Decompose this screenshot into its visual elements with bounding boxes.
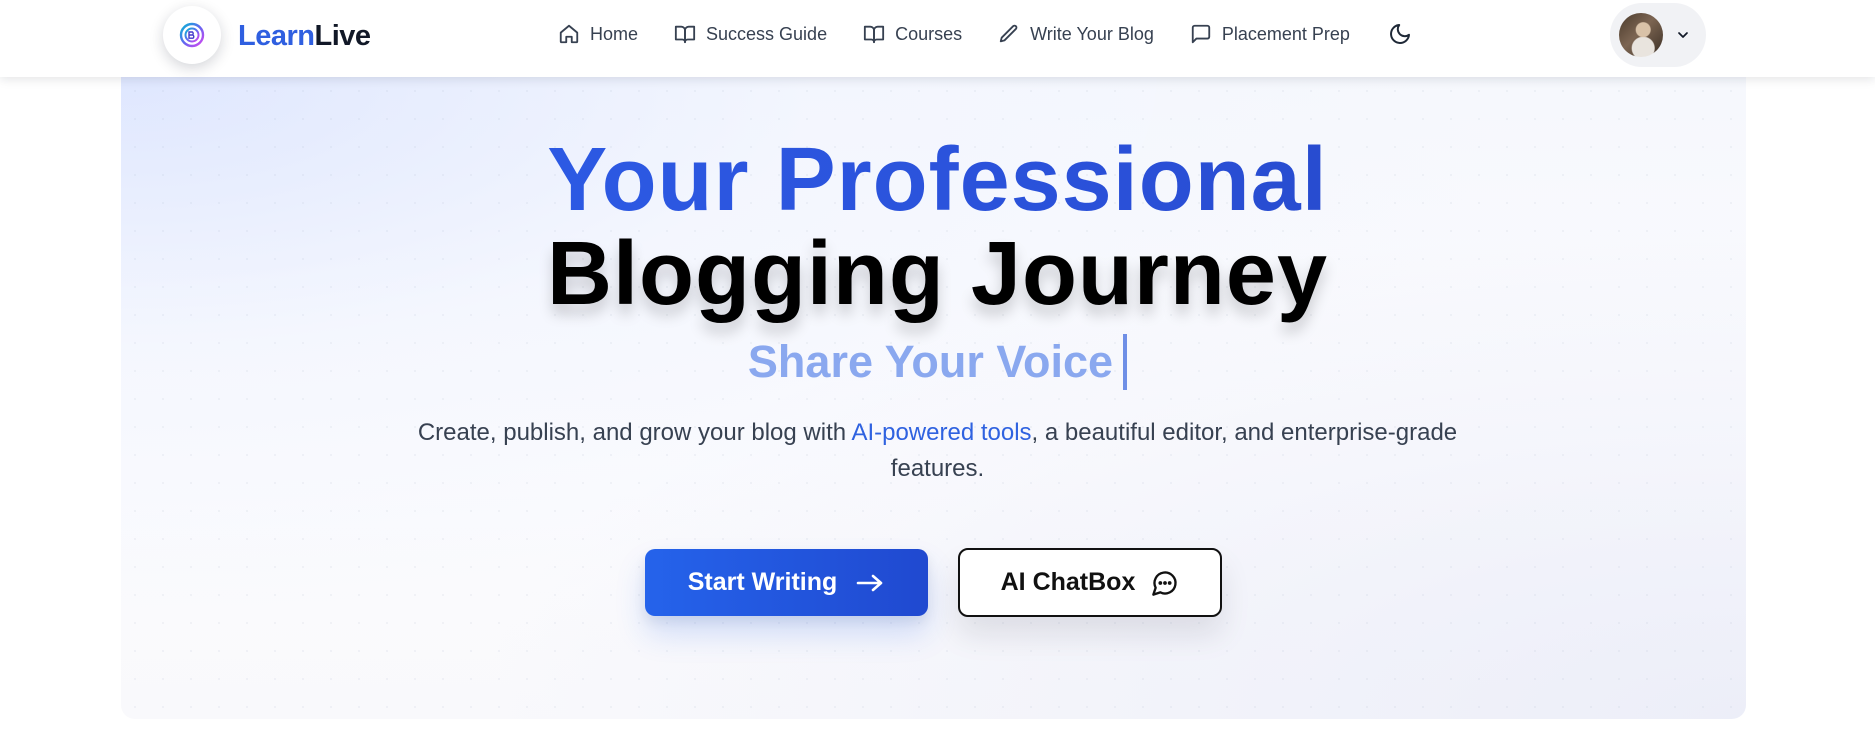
ai-chatbox-button[interactable]: AI ChatBox [958, 548, 1222, 617]
hero-description: Create, publish, and grow your blog with… [380, 415, 1495, 487]
nav-links: Home Success Guide Courses Write Your Bl… [558, 18, 1412, 50]
nav-item-courses[interactable]: Courses [863, 23, 962, 45]
nav-item-label: Home [590, 23, 639, 44]
hero-title-line2: Blogging Journey [547, 224, 1328, 324]
home-icon [559, 24, 579, 44]
chevron-down-icon [1678, 32, 1688, 38]
brand-name-part2: Live [314, 20, 371, 52]
nav-item-label: Courses [895, 23, 963, 44]
brand-name[interactable]: LearnLive [238, 18, 371, 54]
top-navbar: LearnLive Home Success Guide Courses Wri… [0, 0, 1875, 77]
arrow-right-icon [856, 574, 883, 591]
nav-item-label: Success Guide [706, 23, 828, 44]
profile-menu-button[interactable] [1610, 3, 1706, 67]
hero-title-line1: Your Professional [0, 130, 1875, 230]
start-writing-label: Start Writing [687, 568, 838, 596]
book-open-icon [674, 25, 696, 44]
nav-item-write-your-blog[interactable]: Write Your Blog [998, 23, 1154, 45]
typing-cursor [1123, 334, 1128, 390]
theme-toggle-button[interactable] [1388, 22, 1412, 46]
nav-item-success-guide[interactable]: Success Guide [674, 23, 827, 45]
pencil-icon [999, 24, 1018, 43]
nav-item-home[interactable]: Home [558, 23, 638, 45]
avatar [1619, 13, 1663, 57]
chat-bubble-icon [1152, 570, 1178, 596]
description-highlight: AI-powered tools [851, 419, 1032, 446]
ai-chatbox-label: AI ChatBox [1000, 568, 1136, 596]
hero-subtitle-text: Share Your Voice [747, 336, 1114, 387]
message-square-icon [1191, 24, 1211, 44]
logo-button[interactable] [163, 6, 221, 64]
brain-icon [179, 22, 205, 48]
start-writing-button[interactable]: Start Writing [645, 549, 928, 616]
hero-subtitle: Share Your Voice [0, 334, 1875, 390]
nav-item-label: Write Your Blog [1030, 23, 1154, 44]
nav-item-label: Placement Prep [1221, 23, 1350, 44]
book-open-icon [863, 25, 885, 44]
nav-item-placement-prep[interactable]: Placement Prep [1190, 23, 1350, 45]
brand-name-part1: Learn [238, 20, 315, 52]
moon-icon [1390, 24, 1410, 44]
description-text-before: Create, publish, and grow your blog with [417, 419, 852, 446]
